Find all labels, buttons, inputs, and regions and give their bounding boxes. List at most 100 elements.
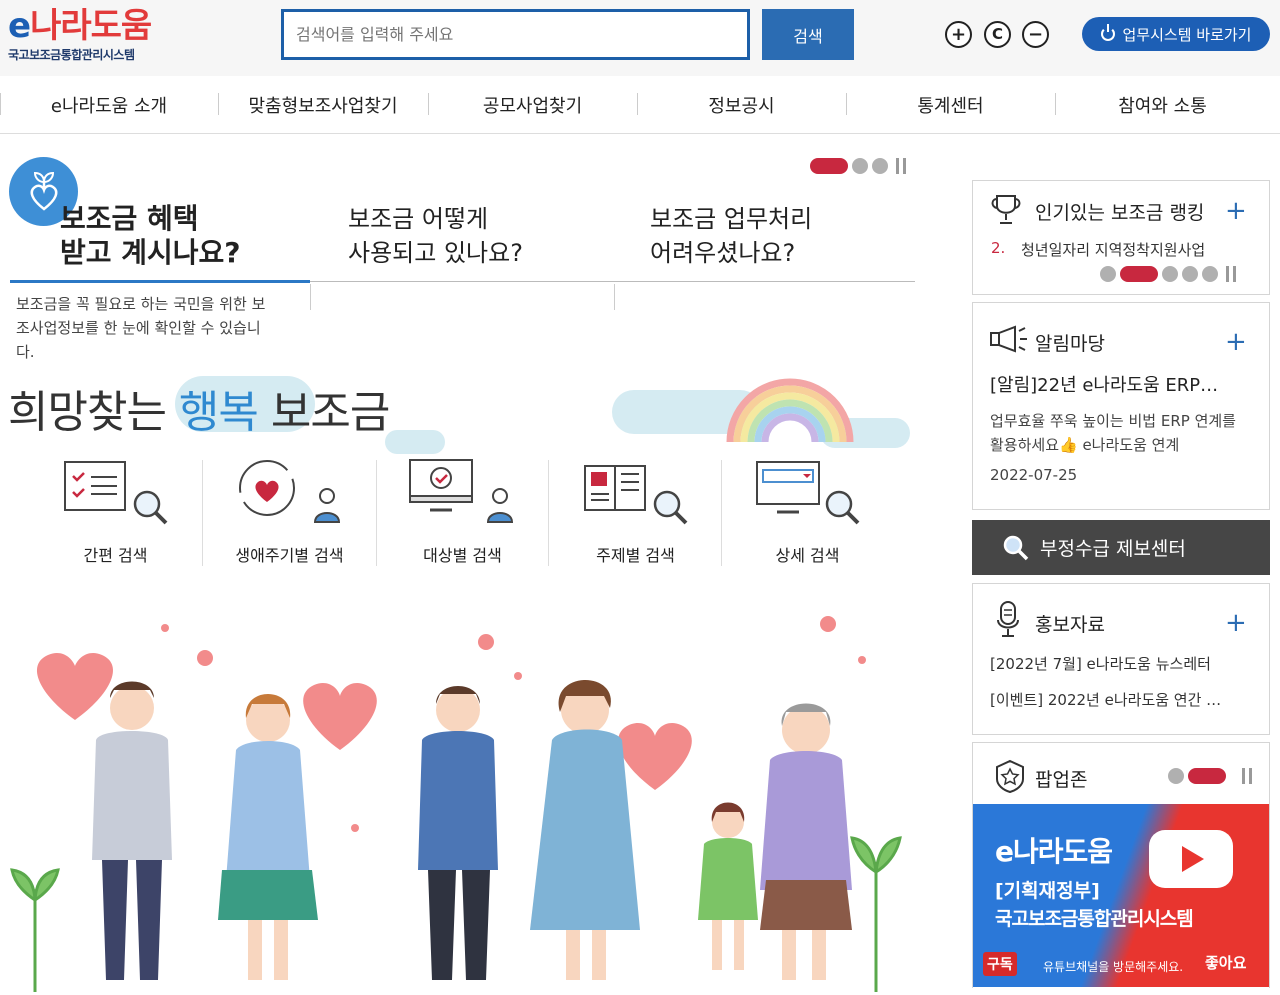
nav-item-contest[interactable]: 공모사업찾기: [428, 76, 637, 133]
ranking-number: 2.: [991, 239, 1006, 257]
zoom-in-button[interactable]: +: [945, 21, 972, 48]
tab-divider: [310, 284, 311, 310]
ranking-title: 인기있는 보조금 랭킹: [1035, 202, 1205, 224]
banner-line2: 국고보조금통합관리시스템: [995, 908, 1194, 930]
notice-date: 2022-07-25: [990, 466, 1078, 484]
slogan-part: 희망찾는: [8, 387, 179, 438]
popup-slider-indicator: [1168, 768, 1252, 784]
window-search-icon: [756, 461, 860, 525]
logo-subtitle: 국고보조금통합관리시스템: [8, 48, 135, 62]
banner-subscribe: 구독: [983, 952, 1017, 976]
banner-like: 좋아요: [1205, 954, 1247, 972]
slider-dot[interactable]: [1182, 266, 1198, 282]
tab-line1: 보조금 업무처리: [650, 205, 813, 233]
nav-item-statistics[interactable]: 통계센터: [846, 76, 1055, 133]
pause-icon[interactable]: [1226, 266, 1236, 282]
microphone-icon: [997, 601, 1019, 637]
tab-subsidy-work[interactable]: 보조금 업무처리 어려우셨나요?: [650, 202, 812, 270]
promo-item[interactable]: [2022년 7월] e나라도움 뉴스레터: [990, 653, 1211, 674]
quick-search-topic[interactable]: 주제별 검색: [549, 458, 722, 568]
slider-dot[interactable]: [872, 158, 888, 174]
quick-search-label: 간편 검색: [83, 546, 148, 565]
megaphone-icon: [990, 325, 1027, 353]
ranking-slider-indicator: [1100, 266, 1236, 282]
quick-search-detail[interactable]: 상세 검색: [721, 458, 894, 568]
nav-item-disclosure[interactable]: 정보공시: [637, 76, 846, 133]
banner-logo: e나라도움: [995, 835, 1113, 868]
badge-star-icon: [996, 759, 1024, 793]
promo-panel: 홍보자료 + [2022년 7월] e나라도움 뉴스레터 [이벤트] 2022년…: [972, 583, 1270, 735]
nav-item-participation[interactable]: 참여와 소통: [1055, 76, 1270, 133]
zoom-out-button[interactable]: −: [1022, 21, 1049, 48]
quick-search-label: 대상별 검색: [423, 546, 502, 565]
notice-more-icon[interactable]: +: [1225, 329, 1247, 355]
slider-dot-active[interactable]: [1120, 266, 1158, 282]
cloud-decoration: [385, 430, 445, 454]
youtube-popup-banner[interactable]: e나라도움 [기획재정부] 국고보조금통합관리시스템 구독 유튜브채널을 방문해…: [973, 804, 1269, 987]
family-hearts-illustration: [10, 616, 902, 992]
quick-search-label: 생애주기별 검색: [235, 546, 344, 565]
tab-line2: 받고 계시나요?: [60, 236, 241, 269]
tab-line2: 사용되고 있나요?: [348, 239, 523, 267]
ranking-item[interactable]: 청년일자리 지역정착지원사업: [1021, 239, 1205, 260]
tab-divider: [614, 284, 615, 310]
heart-cycle-icon: [239, 460, 341, 523]
quick-search-label: 주제별 검색: [596, 546, 675, 565]
top-bar: e나라도움 국고보조금통합관리시스템 검색 + C − 업무시스템 바로가기: [0, 0, 1280, 76]
tab-subsidy-usage[interactable]: 보조금 어떻게 사용되고 있나요?: [348, 202, 523, 270]
notice-panel: 알림마당 + [알림]22년 e나라도움 ERP… 업무효율 쭈욱 높이는 비법…: [972, 302, 1270, 510]
slider-dot[interactable]: [852, 158, 868, 174]
slider-dot-active[interactable]: [1188, 768, 1226, 784]
notice-headline[interactable]: [알림]22년 e나라도움 ERP…: [990, 371, 1260, 397]
checklist-search-icon: [64, 461, 168, 525]
slider-dot[interactable]: [1168, 768, 1184, 784]
logo-e: e: [8, 6, 31, 46]
trophy-icon: [991, 195, 1021, 224]
magnifier-icon: [1003, 535, 1029, 561]
tab-line2: 어려우셨나요?: [650, 239, 796, 267]
popup-title: 팝업존: [1035, 769, 1088, 791]
pause-icon[interactable]: [1242, 768, 1252, 784]
slider-dot[interactable]: [1100, 266, 1116, 282]
site-logo[interactable]: e나라도움 국고보조금통합관리시스템: [8, 6, 152, 63]
search-input[interactable]: [281, 9, 750, 60]
ranking-more-icon[interactable]: +: [1225, 198, 1247, 224]
pause-icon[interactable]: [896, 158, 906, 174]
slogan-part: 보조금: [257, 387, 390, 438]
monitor-check-icon: [409, 459, 514, 523]
tab-line1: 보조금 혜택: [60, 202, 199, 235]
fraud-report-label: 부정수급 제보센터: [1040, 538, 1186, 560]
ranking-panel: 인기있는 보조금 랭킹 + 2. 청년일자리 지역정착지원사업: [972, 180, 1270, 295]
promo-more-icon[interactable]: +: [1225, 610, 1247, 636]
notice-title: 알림마당: [1035, 333, 1105, 355]
quick-search-target[interactable]: 대상별 검색: [376, 458, 549, 568]
youtube-play-icon: [1149, 830, 1233, 888]
zoom-reset-button[interactable]: C: [984, 21, 1011, 48]
tab-line1: 보조금 어떻게: [348, 205, 489, 233]
slider-dot[interactable]: [1162, 266, 1178, 282]
slider-dot-active[interactable]: [810, 158, 848, 174]
business-system-label: 업무시스템 바로가기: [1122, 25, 1252, 44]
banner-line1: [기획재정부]: [995, 880, 1100, 902]
tab-slider-indicator: [810, 158, 906, 174]
search-button[interactable]: 검색: [762, 9, 854, 60]
slogan-highlight: 행복: [178, 387, 259, 438]
promo-item[interactable]: [이벤트] 2022년 e나라도움 연간 …: [990, 689, 1221, 710]
quick-search-simple[interactable]: 간편 검색: [29, 458, 202, 568]
hope-slogan: 희망찾는 행복 보조금: [8, 386, 390, 440]
main-navigation: e나라도움 소개 맞춤형보조사업찾기 공모사업찾기 정보공시 통계센터 참여와 …: [0, 76, 1280, 134]
fraud-report-button[interactable]: 부정수급 제보센터: [972, 520, 1270, 575]
book-search-icon: [584, 465, 688, 525]
quick-search-lifecycle[interactable]: 생애주기별 검색: [203, 458, 376, 568]
business-system-button[interactable]: 업무시스템 바로가기: [1082, 17, 1270, 51]
banner-visit: 유튜브채널을 방문해주세요.: [1043, 960, 1184, 974]
slider-dot[interactable]: [1202, 266, 1218, 282]
rainbow-decoration: [726, 378, 854, 443]
tab-active-underline: [10, 280, 310, 283]
tab-subsidy-benefit[interactable]: 보조금 혜택 받고 계시나요?: [60, 202, 241, 270]
nav-item-custom-search[interactable]: 맞춤형보조사업찾기: [218, 76, 428, 133]
promo-title: 홍보자료: [1035, 614, 1105, 636]
notice-body: 업무효율 쭈욱 높이는 비법 ERP 연계를 활용하세요👍 e나라도움 연계: [990, 412, 1236, 454]
power-icon: [1100, 24, 1115, 41]
nav-item-intro[interactable]: e나라도움 소개: [0, 76, 218, 133]
